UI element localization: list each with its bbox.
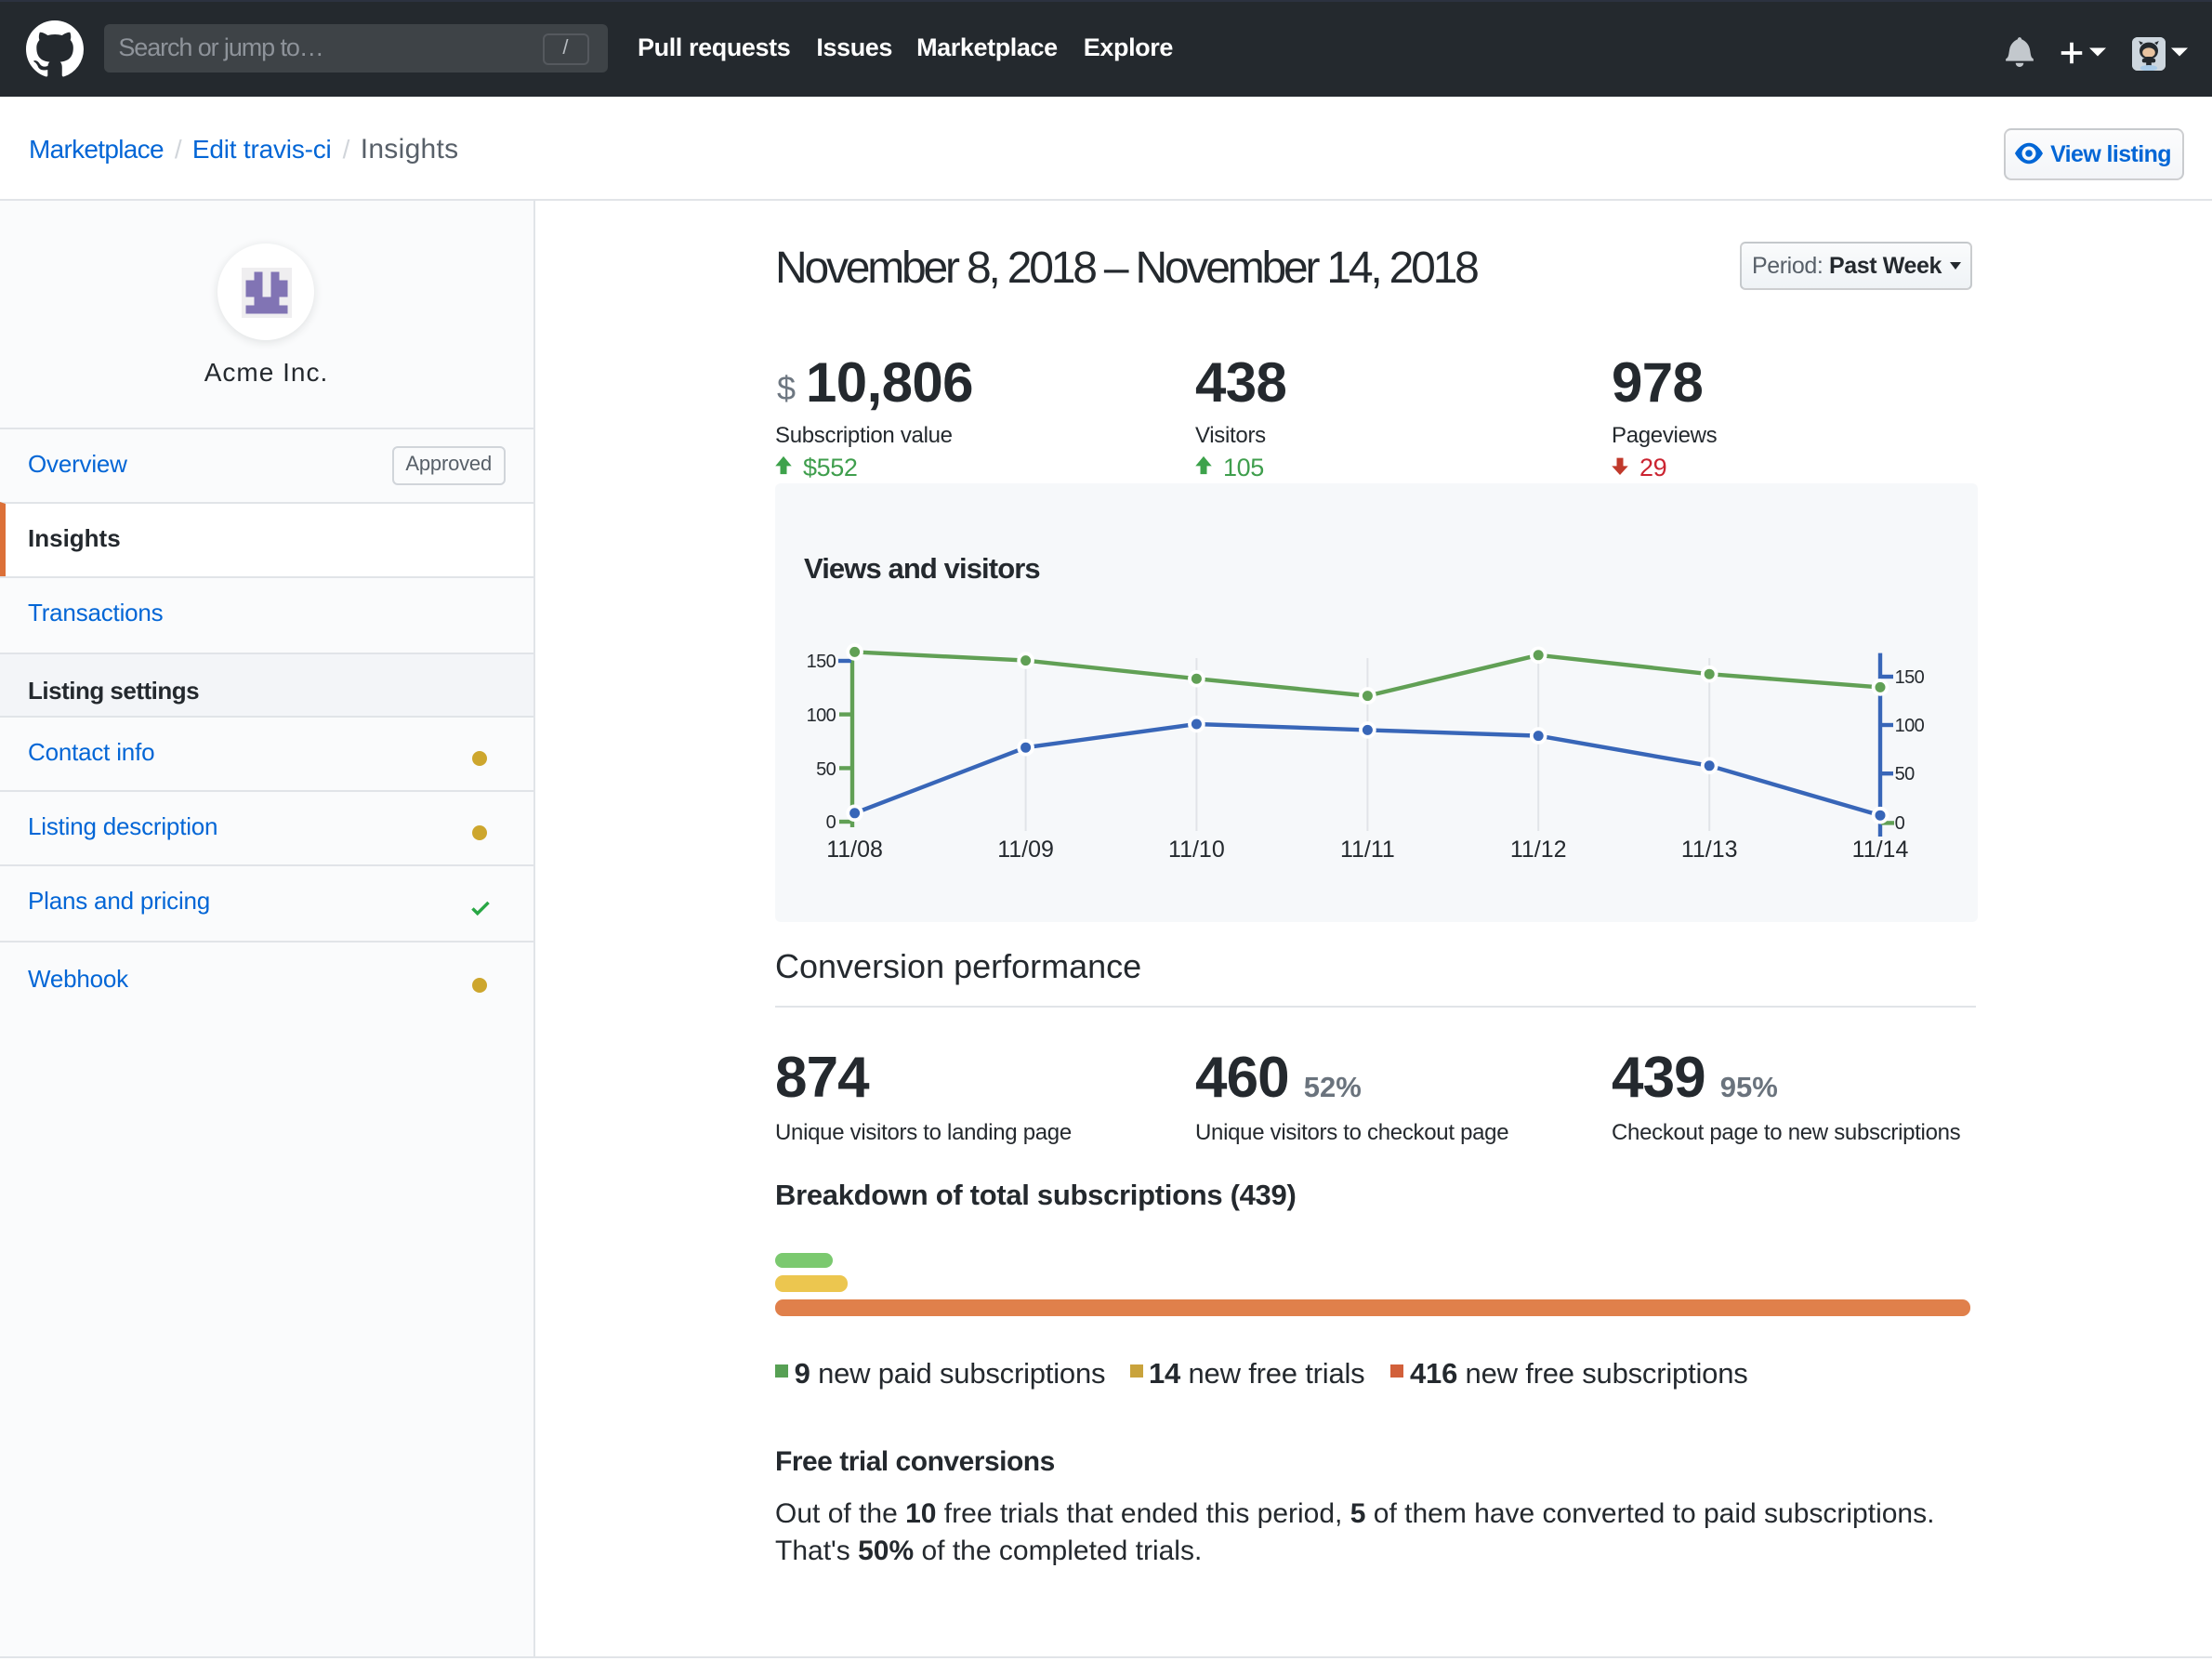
svg-text:150: 150 <box>1895 667 1925 688</box>
svg-text:11/08: 11/08 <box>826 837 883 863</box>
svg-text:11/10: 11/10 <box>1168 837 1225 863</box>
svg-text:11/12: 11/12 <box>1510 837 1567 863</box>
svg-text:11/11: 11/11 <box>1340 837 1395 863</box>
svg-text:100: 100 <box>1895 716 1925 736</box>
svg-text:11/13: 11/13 <box>1681 837 1738 863</box>
svg-text:50: 50 <box>816 759 836 780</box>
svg-text:0: 0 <box>826 812 836 833</box>
svg-text:100: 100 <box>807 705 836 726</box>
svg-text:11/14: 11/14 <box>1852 837 1909 863</box>
svg-text:11/09: 11/09 <box>997 837 1054 863</box>
svg-text:50: 50 <box>1895 764 1916 784</box>
svg-text:150: 150 <box>807 652 836 672</box>
svg-text:0: 0 <box>1895 813 1905 834</box>
